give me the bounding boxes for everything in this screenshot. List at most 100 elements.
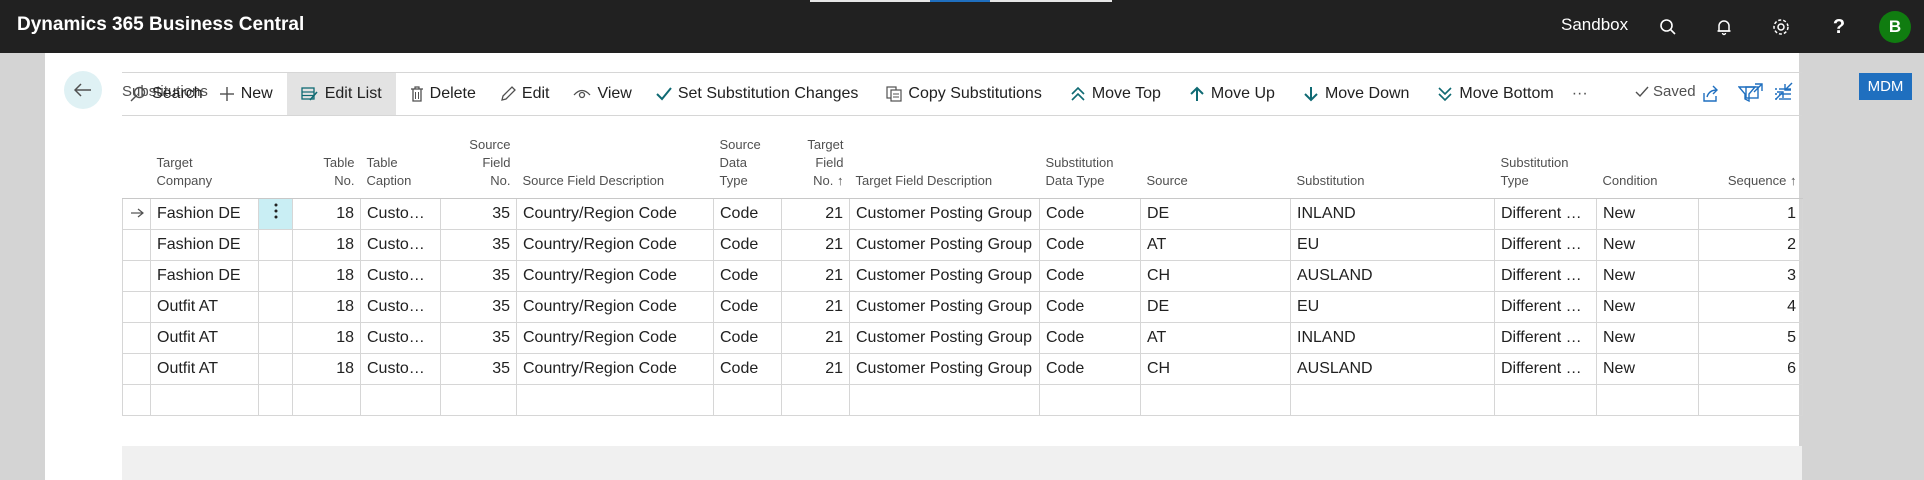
empty-cell[interactable] — [713, 383, 782, 416]
cell-target-company[interactable]: Outfit AT — [150, 321, 259, 354]
cell-target-field-desc[interactable]: Customer Posting Group — [849, 290, 1040, 323]
row-actions-menu[interactable] — [258, 228, 293, 261]
avatar[interactable]: B — [1879, 11, 1911, 43]
empty-cell[interactable] — [1140, 383, 1291, 416]
cell-target-field-no[interactable]: 21 — [781, 228, 850, 261]
empty-cell[interactable] — [781, 383, 850, 416]
col-target-field-description[interactable]: Target Field Description — [849, 126, 1040, 199]
cell-source-field-desc[interactable]: Country/Region Code — [516, 259, 714, 292]
cell-source-data-type[interactable]: Code — [713, 290, 782, 323]
cell-target-field-desc[interactable]: Customer Posting Group — [849, 259, 1040, 292]
move-up-button[interactable]: Move Up — [1181, 73, 1283, 115]
cell-subst-type[interactable]: Different Fi... — [1494, 197, 1597, 230]
cell-source-data-type[interactable]: Code — [713, 321, 782, 354]
cell-subst-type[interactable]: Different Fi... — [1494, 352, 1597, 385]
cell-table-no[interactable]: 18 — [292, 228, 361, 261]
cell-source-field-desc[interactable]: Country/Region Code — [516, 197, 714, 230]
cell-condition[interactable]: New — [1596, 197, 1699, 230]
list-view-icon[interactable] — [1774, 86, 1792, 102]
cell-substitution[interactable]: AUSLAND — [1290, 259, 1495, 292]
row-indicator[interactable] — [122, 259, 151, 292]
empty-cell[interactable] — [360, 383, 441, 416]
cell-target-field-desc[interactable]: Customer Posting Group — [849, 197, 1040, 230]
cell-subst-data-type[interactable]: Code — [1039, 228, 1141, 261]
cell-sequence[interactable]: 4 — [1698, 290, 1803, 323]
filter-icon[interactable] — [1738, 85, 1756, 103]
cell-source-field-no[interactable]: 35 — [440, 259, 517, 292]
cell-substitution[interactable]: EU — [1290, 290, 1495, 323]
row-indicator[interactable] — [122, 352, 151, 385]
edit-list-button[interactable]: Edit List — [286, 73, 396, 115]
cell-condition[interactable]: New — [1596, 352, 1699, 385]
cell-source-field-no[interactable]: 35 — [440, 321, 517, 354]
table-row[interactable]: Outfit AT 18 Customer 35 Country/Region Code… — [122, 321, 1803, 354]
empty-cell[interactable] — [516, 383, 714, 416]
row-indicator[interactable] — [122, 321, 151, 354]
cell-target-field-no[interactable]: 21 — [781, 197, 850, 230]
cell-substitution[interactable]: INLAND — [1290, 197, 1495, 230]
col-source-field-description[interactable]: Source Field Description — [516, 126, 714, 199]
search-icon[interactable] — [1657, 16, 1679, 38]
empty-cell[interactable] — [1039, 383, 1141, 416]
cell-table-no[interactable]: 18 — [292, 352, 361, 385]
table-row[interactable]: Fashion DE 18 Customer 35 Country/Region Cod… — [122, 259, 1803, 292]
cell-subst-type[interactable]: Different Fi... — [1494, 290, 1597, 323]
cell-subst-data-type[interactable]: Code — [1039, 290, 1141, 323]
col-sequence[interactable]: Sequence ↑ — [1698, 126, 1803, 199]
empty-cell[interactable] — [292, 383, 361, 416]
col-source[interactable]: Source — [1140, 126, 1291, 199]
cell-target-company[interactable]: Outfit AT — [150, 290, 259, 323]
cell-target-company[interactable]: Fashion DE — [150, 259, 259, 292]
cell-target-company[interactable]: Outfit AT — [150, 352, 259, 385]
cell-subst-data-type[interactable]: Code — [1039, 197, 1141, 230]
cell-table-caption[interactable]: Customer — [360, 352, 441, 385]
col-condition[interactable]: Condition — [1596, 126, 1699, 199]
cell-subst-type[interactable]: Different Fi... — [1494, 228, 1597, 261]
col-target-field-no[interactable]: Target Field No. ↑ — [781, 126, 850, 199]
app-brand[interactable]: Dynamics 365 Business Central — [17, 14, 304, 36]
cell-source-data-type[interactable]: Code — [713, 259, 782, 292]
row-actions-menu[interactable] — [258, 321, 293, 354]
search-button[interactable]: Search — [122, 73, 211, 115]
col-substitution-type[interactable]: Substitution Type — [1494, 126, 1597, 199]
cell-target-field-no[interactable]: 21 — [781, 290, 850, 323]
col-target-company[interactable]: Target Company — [150, 126, 259, 199]
empty-cell[interactable] — [440, 383, 517, 416]
cell-table-caption[interactable]: Customer — [360, 228, 441, 261]
cell-condition[interactable]: New — [1596, 321, 1699, 354]
edit-button[interactable]: Edit — [492, 73, 558, 115]
cell-table-caption[interactable]: Customer — [360, 259, 441, 292]
cell-subst-data-type[interactable]: Code — [1039, 321, 1141, 354]
copy-substitutions-button[interactable]: Copy Substitutions — [878, 73, 1049, 115]
bell-icon[interactable] — [1713, 16, 1735, 38]
cell-source[interactable]: DE — [1140, 290, 1291, 323]
cell-table-caption[interactable]: Customer — [360, 321, 441, 354]
cell-source[interactable]: CH — [1140, 352, 1291, 385]
cell-table-no[interactable]: 18 — [292, 290, 361, 323]
empty-cell[interactable] — [150, 383, 259, 416]
cell-subst-type[interactable]: Different Fi... — [1494, 321, 1597, 354]
empty-cell[interactable] — [122, 383, 151, 416]
cell-subst-type[interactable]: Different Fi... — [1494, 259, 1597, 292]
table-row[interactable]: Outfit AT 18 Customer 35 Country/Region Code… — [122, 290, 1803, 323]
cell-table-caption[interactable]: Customer — [360, 290, 441, 323]
cell-source[interactable]: AT — [1140, 321, 1291, 354]
cell-source-field-desc[interactable]: Country/Region Code — [516, 228, 714, 261]
delete-button[interactable]: Delete — [402, 73, 484, 115]
gear-icon[interactable] — [1770, 16, 1792, 38]
cell-target-field-no[interactable]: 21 — [781, 259, 850, 292]
empty-cell[interactable] — [258, 383, 293, 416]
cell-source[interactable]: AT — [1140, 228, 1291, 261]
cell-source-field-desc[interactable]: Country/Region Code — [516, 321, 714, 354]
more-actions-button[interactable]: ··· — [1564, 73, 1596, 115]
empty-cell[interactable] — [849, 383, 1040, 416]
share-icon[interactable] — [1702, 85, 1720, 103]
cell-sequence[interactable]: 6 — [1698, 352, 1803, 385]
cell-source[interactable]: DE — [1140, 197, 1291, 230]
col-table-caption[interactable]: Table Caption — [360, 126, 441, 199]
cell-target-field-desc[interactable]: Customer Posting Group — [849, 228, 1040, 261]
empty-cell[interactable] — [1596, 383, 1699, 416]
cell-source[interactable]: CH — [1140, 259, 1291, 292]
cell-source-field-no[interactable]: 35 — [440, 197, 517, 230]
view-button[interactable]: View — [565, 73, 639, 115]
